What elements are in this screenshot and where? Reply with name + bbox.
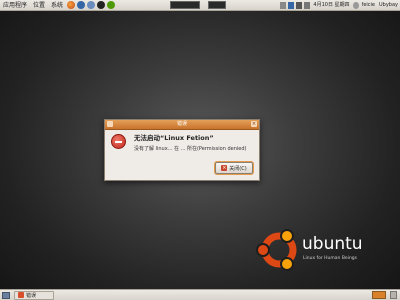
- dialog-title: 错误: [176, 121, 187, 127]
- ubuntu-tagline: Linux for Human Beings: [303, 256, 357, 261]
- close-button[interactable]: × 关闭(C): [214, 161, 254, 175]
- volume-icon[interactable]: [304, 1, 311, 9]
- menu-system[interactable]: 系统: [48, 0, 66, 11]
- signal-icon[interactable]: [296, 1, 303, 9]
- close-button-label: 关闭(C): [229, 165, 247, 172]
- menu-applications[interactable]: 应用程序: [0, 0, 30, 11]
- error-icon: [111, 134, 126, 149]
- error-dialog: 错误 × 无法启动“Linux Fetion” 没有了解 linux... 在 …: [104, 119, 260, 181]
- ubuntu-logo: [256, 229, 297, 271]
- workspace-switcher[interactable]: [372, 291, 386, 299]
- qq-icon[interactable]: [97, 1, 106, 9]
- username-label[interactable]: feicie: [360, 0, 377, 11]
- ubuntu-wordmark: ubuntu: [302, 234, 363, 254]
- tray-app-label[interactable]: Ubybay: [377, 0, 400, 11]
- error-task-icon: [18, 292, 24, 298]
- bluetooth-icon[interactable]: [288, 1, 295, 9]
- firefox-icon[interactable]: [67, 1, 76, 9]
- trash-icon[interactable]: [390, 291, 397, 299]
- help-icon[interactable]: [77, 1, 86, 9]
- dialog-heading: 无法启动“Linux Fetion”: [134, 134, 214, 142]
- panel-applet-2[interactable]: [207, 1, 226, 9]
- menu-places[interactable]: 位置: [30, 0, 48, 11]
- taskbar-button-error[interactable]: 错误: [14, 290, 54, 300]
- user-icon[interactable]: [352, 1, 359, 9]
- top-panel: 应用程序 位置 系统 4月10日 星期四 feicie Ubybay: [0, 0, 400, 11]
- close-x-icon: ×: [221, 165, 228, 171]
- chat-icon[interactable]: [280, 1, 287, 9]
- clock-date[interactable]: 4月10日 星期四: [311, 0, 351, 11]
- panel-applet-1[interactable]: [169, 1, 200, 9]
- bottom-panel: 错误: [0, 289, 400, 300]
- window-menu-icon[interactable]: [107, 121, 113, 127]
- dialog-titlebar[interactable]: 错误 ×: [105, 120, 259, 130]
- taskbar-label: 错误: [26, 292, 37, 299]
- dialog-message: 没有了解 linux... 在 ... 所在(Permission denied…: [134, 146, 247, 152]
- network-icon[interactable]: [87, 1, 96, 9]
- app-launcher-icon[interactable]: [107, 1, 116, 9]
- show-desktop-icon[interactable]: [2, 291, 10, 299]
- close-icon[interactable]: ×: [251, 121, 257, 127]
